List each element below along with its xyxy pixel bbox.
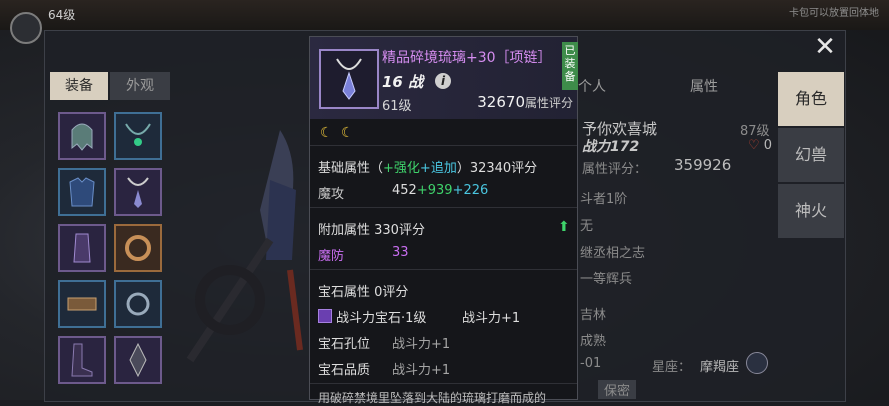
necklace-icon xyxy=(127,177,149,208)
equip-slot-boots[interactable] xyxy=(58,336,106,384)
zodiac-label: 星座： xyxy=(652,360,692,375)
matk-values: 452+939+226 xyxy=(392,183,488,198)
char-title: 继丞相之志 xyxy=(580,246,646,261)
char-military-rank: 一等辉兵 xyxy=(580,272,633,287)
mdef-value: 33 xyxy=(392,245,409,260)
equip-slot-ring[interactable] xyxy=(114,224,162,272)
char-status: 成熟 xyxy=(580,334,607,349)
equip-slot-ring-2[interactable] xyxy=(114,280,162,328)
heart-icon: ♡ xyxy=(748,138,760,153)
necklace-icon xyxy=(125,123,151,146)
char-birthday: -01 xyxy=(580,356,602,371)
matk-base: 452 xyxy=(392,183,417,198)
item-power: 16 战 xyxy=(382,73,424,91)
matk-append: +226 xyxy=(452,183,489,198)
equip-slot-helmet[interactable] xyxy=(58,112,106,160)
char-level: 87级 xyxy=(740,124,770,139)
info-icon[interactable]: i xyxy=(435,73,451,89)
ring-icon xyxy=(126,292,150,316)
char-score-label: 属性评分： xyxy=(582,162,648,177)
tab-appearance[interactable]: 外观 xyxy=(110,72,170,100)
gem-hole-label: 宝石孔位 xyxy=(318,337,371,352)
extra-attr-title: 附加属性 330评分 xyxy=(318,223,425,238)
gem-name: 战斗力宝石·1级 xyxy=(336,311,427,326)
item-description: 用破碎禁境里坠落到大陆的琉璃打磨而成的 xyxy=(318,391,547,405)
tooltip-header: 精品碎境琉璃+30［项链］ 16 战 i 61级 32670属性评分 xyxy=(310,37,577,119)
char-location: 吉林 xyxy=(580,308,607,323)
equip-slot-bracer[interactable] xyxy=(58,224,106,272)
necklace-icon xyxy=(336,58,362,100)
char-score: 359926 xyxy=(674,156,732,174)
close-button[interactable]: ✕ xyxy=(812,34,838,60)
divider xyxy=(310,207,577,208)
matk-enhance: +939 xyxy=(416,183,453,198)
ring-icon xyxy=(125,235,151,261)
matk-label: 魔攻 xyxy=(318,187,345,202)
gem-icon xyxy=(318,309,332,323)
like-count: 0 xyxy=(763,138,773,153)
player-level: 64级 xyxy=(48,8,76,22)
base-attr-title-score: ）32340评分 xyxy=(456,161,538,176)
char-rank: 斗者1阶 xyxy=(580,192,628,207)
equip-slot-necklace-top[interactable] xyxy=(114,112,162,160)
like-count-label: ♡ 0 xyxy=(748,138,772,153)
tab-attributes[interactable]: 属性 xyxy=(690,74,718,100)
player-avatar-icon[interactable] xyxy=(10,12,42,44)
armor-icon xyxy=(69,177,95,207)
matk-row: 魔攻 452+939+226 xyxy=(318,183,488,202)
base-attr-title-append: +追加 xyxy=(419,161,457,176)
divider xyxy=(310,269,577,270)
gem-row: 战斗力宝石·1级 战斗力+1 xyxy=(318,307,520,326)
base-attr-title-a: 基础属性（ xyxy=(318,161,384,176)
divider xyxy=(310,145,577,146)
upgrade-arrow-icon: ⬆ xyxy=(558,219,570,235)
base-attr-title: 基础属性（+强化+追加）32340评分 xyxy=(318,157,537,176)
equip-slot-amulet[interactable] xyxy=(114,336,162,384)
item-name: 精品碎境琉璃+30［项链］ xyxy=(382,50,552,66)
gem-effect: 战斗力+1 xyxy=(462,311,521,326)
item-score-value: 32670 xyxy=(477,93,525,111)
item-level: 61级 xyxy=(382,99,412,114)
gem-quality-value: 战斗力+1 xyxy=(392,363,451,378)
zodiac-capricorn-icon xyxy=(746,352,768,374)
mdef-row: 魔防 33 xyxy=(318,245,409,264)
tab-role[interactable]: 角色 xyxy=(778,72,844,126)
tab-beast[interactable]: 幻兽 xyxy=(778,128,844,182)
bracer-icon xyxy=(73,233,91,263)
belt-icon xyxy=(67,297,97,311)
item-icon xyxy=(319,49,379,109)
helmet-icon xyxy=(71,123,93,151)
char-guild: 无 xyxy=(580,219,594,234)
privacy-secret-button[interactable]: 保密 xyxy=(598,380,637,399)
top-bar: 64级 卡包可以放置回体地 xyxy=(0,0,889,30)
amulet-icon xyxy=(129,342,147,378)
base-attr-title-enhance: +强化 xyxy=(383,161,420,176)
gem-hole-value: 战斗力+1 xyxy=(392,337,451,352)
tab-equipment[interactable]: 装备 xyxy=(50,72,108,100)
divider xyxy=(310,383,577,384)
gem-hole-row: 宝石孔位 战斗力+1 xyxy=(318,333,450,352)
item-score-unit: 属性评分 xyxy=(524,96,573,110)
gem-quality-row: 宝石品质 战斗力+1 xyxy=(318,359,450,378)
tab-divine-fire[interactable]: 神火 xyxy=(778,184,844,238)
equip-slot-necklace[interactable] xyxy=(114,168,162,216)
zodiac-value: 摩羯座 xyxy=(700,360,740,375)
item-tooltip: 精品碎境琉璃+30［项链］ 16 战 i 61级 32670属性评分 已装备 ☾… xyxy=(309,36,578,405)
equip-slot-armor[interactable] xyxy=(58,168,106,216)
character-model xyxy=(186,130,303,363)
tab-personal[interactable]: 个人 xyxy=(578,74,606,100)
gem-attr-title: 宝石属性 0评分 xyxy=(318,285,409,300)
char-power: 战力172 xyxy=(582,139,640,155)
item-score: 32670属性评分 xyxy=(477,93,573,111)
equipped-badge: 已装备 xyxy=(562,42,578,90)
top-right-hint: 卡包可以放置回体地 xyxy=(789,8,879,19)
boots-icon xyxy=(71,343,93,377)
equip-slot-belt[interactable] xyxy=(58,280,106,328)
gem-quality-label: 宝石品质 xyxy=(318,363,371,378)
moon-star-icons: ☾ ☾ xyxy=(320,125,356,141)
mdef-label: 魔防 xyxy=(318,249,345,264)
